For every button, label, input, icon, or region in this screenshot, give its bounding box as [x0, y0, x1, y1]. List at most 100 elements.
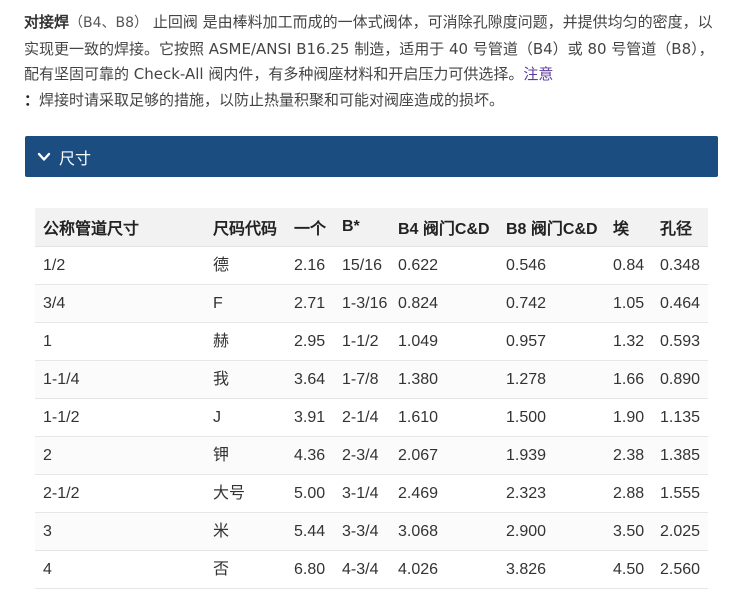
- cell-b: 3-1/4: [334, 474, 390, 513]
- cell-bore: 2.560: [652, 550, 708, 589]
- header-b8-valve-cd: B8 阀门C&D: [498, 208, 605, 247]
- cell-a: 3.91: [286, 398, 334, 437]
- cell-b4-valve-cd: 4.026: [390, 550, 498, 589]
- header-b4-valve-cd: B4 阀门C&D: [390, 208, 498, 247]
- cell-b8-valve-cd: 2.900: [498, 512, 605, 551]
- product-description: 对接焊（B4、B8） 止回阀 是由棒料加工而成的一体式阀体，可消除孔隙度问题，并…: [24, 10, 724, 113]
- cell-bore: 0.890: [652, 360, 708, 399]
- cell-b8-valve-cd: 0.546: [498, 246, 605, 285]
- table-row: 2-1/2 大号 5.00 3-1/4 2.469 2.323 2.88 1.555: [35, 474, 708, 513]
- cell-a: 4.36: [286, 436, 334, 475]
- cell-a: 3.64: [286, 360, 334, 399]
- cell-nominal-pipe-size: 1-1/4: [35, 360, 205, 399]
- table-row: 3/4 F 2.71 1-3/16 0.824 0.742 1.05 0.464: [35, 284, 708, 323]
- cell-b: 3-3/4: [334, 512, 390, 551]
- table-row: 1-1/4 我 3.64 1-7/8 1.380 1.278 1.66 0.890: [35, 360, 708, 399]
- table-row: 4 否 6.80 4-3/4 4.026 3.826 4.50 2.560: [35, 550, 708, 589]
- cell-size-code: 赫: [205, 322, 286, 361]
- dimensions-table-container: 公称管道尺寸 尺码代码 一个 B* B4 阀门C&D B8 阀门C&D 埃 孔径…: [35, 208, 708, 589]
- cell-e: 4.50: [605, 550, 652, 589]
- cell-b: 2-3/4: [334, 436, 390, 475]
- table-header-row: 公称管道尺寸 尺码代码 一个 B* B4 阀门C&D B8 阀门C&D 埃 孔径: [35, 208, 708, 247]
- dimensions-accordion-header[interactable]: 尺寸: [25, 136, 718, 177]
- table-row: 1 赫 2.95 1-1/2 1.049 0.957 1.32 0.593: [35, 322, 708, 361]
- cell-size-code: 米: [205, 512, 286, 551]
- cell-e: 2.38: [605, 436, 652, 475]
- cell-b8-valve-cd: 0.742: [498, 284, 605, 323]
- cell-b8-valve-cd: 3.826: [498, 550, 605, 589]
- cell-a: 2.71: [286, 284, 334, 323]
- header-a: 一个: [286, 208, 334, 247]
- cell-e: 1.90: [605, 398, 652, 437]
- cell-size-code: 大号: [205, 474, 286, 513]
- table-body: 1/2 德 2.16 15/16 0.622 0.546 0.84 0.348 3/4 F 2.71…: [35, 246, 708, 589]
- cell-a: 2.95: [286, 322, 334, 361]
- cell-b4-valve-cd: 1.049: [390, 322, 498, 361]
- cell-size-code: 钾: [205, 436, 286, 475]
- cell-b: 1-3/16: [334, 284, 390, 323]
- cell-nominal-pipe-size: 4: [35, 550, 205, 589]
- cell-nominal-pipe-size: 2-1/2: [35, 474, 205, 513]
- cell-b4-valve-cd: 0.622: [390, 246, 498, 285]
- cell-a: 2.16: [286, 246, 334, 285]
- cell-b4-valve-cd: 1.380: [390, 360, 498, 399]
- header-b: B*: [334, 208, 390, 247]
- cell-b: 4-3/4: [334, 550, 390, 589]
- cell-e: 1.05: [605, 284, 652, 323]
- cell-nominal-pipe-size: 2: [35, 436, 205, 475]
- cell-a: 5.44: [286, 512, 334, 551]
- cell-b4-valve-cd: 3.068: [390, 512, 498, 551]
- cell-b8-valve-cd: 1.500: [498, 398, 605, 437]
- cell-bore: 0.348: [652, 246, 708, 285]
- cell-b4-valve-cd: 2.067: [390, 436, 498, 475]
- cell-bore: 0.464: [652, 284, 708, 323]
- cell-a: 5.00: [286, 474, 334, 513]
- cell-e: 0.84: [605, 246, 652, 285]
- cell-a: 6.80: [286, 550, 334, 589]
- cell-bore: 0.593: [652, 322, 708, 361]
- cell-bore: 1.385: [652, 436, 708, 475]
- cell-bore: 1.135: [652, 398, 708, 437]
- chevron-down-icon: [37, 152, 51, 161]
- cell-e: 1.66: [605, 360, 652, 399]
- cell-b4-valve-cd: 1.610: [390, 398, 498, 437]
- header-size-code: 尺码代码: [205, 208, 286, 247]
- cell-b: 2-1/4: [334, 398, 390, 437]
- cell-e: 2.88: [605, 474, 652, 513]
- header-nominal-pipe-size: 公称管道尺寸: [35, 208, 205, 247]
- cell-size-code: J: [205, 398, 286, 437]
- cell-size-code: 我: [205, 360, 286, 399]
- table-row: 3 米 5.44 3-3/4 3.068 2.900 3.50 2.025: [35, 512, 708, 551]
- cell-b: 1-7/8: [334, 360, 390, 399]
- cell-bore: 2.025: [652, 512, 708, 551]
- cell-nominal-pipe-size: 1-1/2: [35, 398, 205, 437]
- cell-e: 3.50: [605, 512, 652, 551]
- cell-b8-valve-cd: 2.323: [498, 474, 605, 513]
- cell-nominal-pipe-size: 1: [35, 322, 205, 361]
- cell-size-code: 否: [205, 550, 286, 589]
- cell-nominal-pipe-size: 3/4: [35, 284, 205, 323]
- note-link[interactable]: 注意: [523, 65, 553, 83]
- cell-b8-valve-cd: 1.939: [498, 436, 605, 475]
- cell-b8-valve-cd: 1.278: [498, 360, 605, 399]
- note-colon: ：: [24, 90, 40, 109]
- cell-b4-valve-cd: 2.469: [390, 474, 498, 513]
- cell-size-code: F: [205, 284, 286, 323]
- cell-b8-valve-cd: 0.957: [498, 322, 605, 361]
- dimensions-table: 公称管道尺寸 尺码代码 一个 B* B4 阀门C&D B8 阀门C&D 埃 孔径…: [35, 208, 708, 589]
- table-row: 2 钾 4.36 2-3/4 2.067 1.939 2.38 1.385: [35, 436, 708, 475]
- note-text: 焊接时请采取足够的措施，以防止热量积聚和可能对阀座造成的损坏。: [39, 90, 505, 109]
- cell-nominal-pipe-size: 1/2: [35, 246, 205, 285]
- header-bore: 孔径: [652, 208, 708, 247]
- table-row: 1/2 德 2.16 15/16 0.622 0.546 0.84 0.348: [35, 246, 708, 285]
- cell-b: 15/16: [334, 246, 390, 285]
- cell-b4-valve-cd: 0.824: [390, 284, 498, 323]
- cell-e: 1.32: [605, 322, 652, 361]
- header-e: 埃: [605, 208, 652, 247]
- product-title: 对接焊: [24, 13, 70, 31]
- cell-b: 1-1/2: [334, 322, 390, 361]
- product-codes: （B4、B8）: [69, 15, 149, 31]
- table-row: 1-1/2 J 3.91 2-1/4 1.610 1.500 1.90 1.135: [35, 398, 708, 437]
- cell-nominal-pipe-size: 3: [35, 512, 205, 551]
- cell-size-code: 德: [205, 246, 286, 285]
